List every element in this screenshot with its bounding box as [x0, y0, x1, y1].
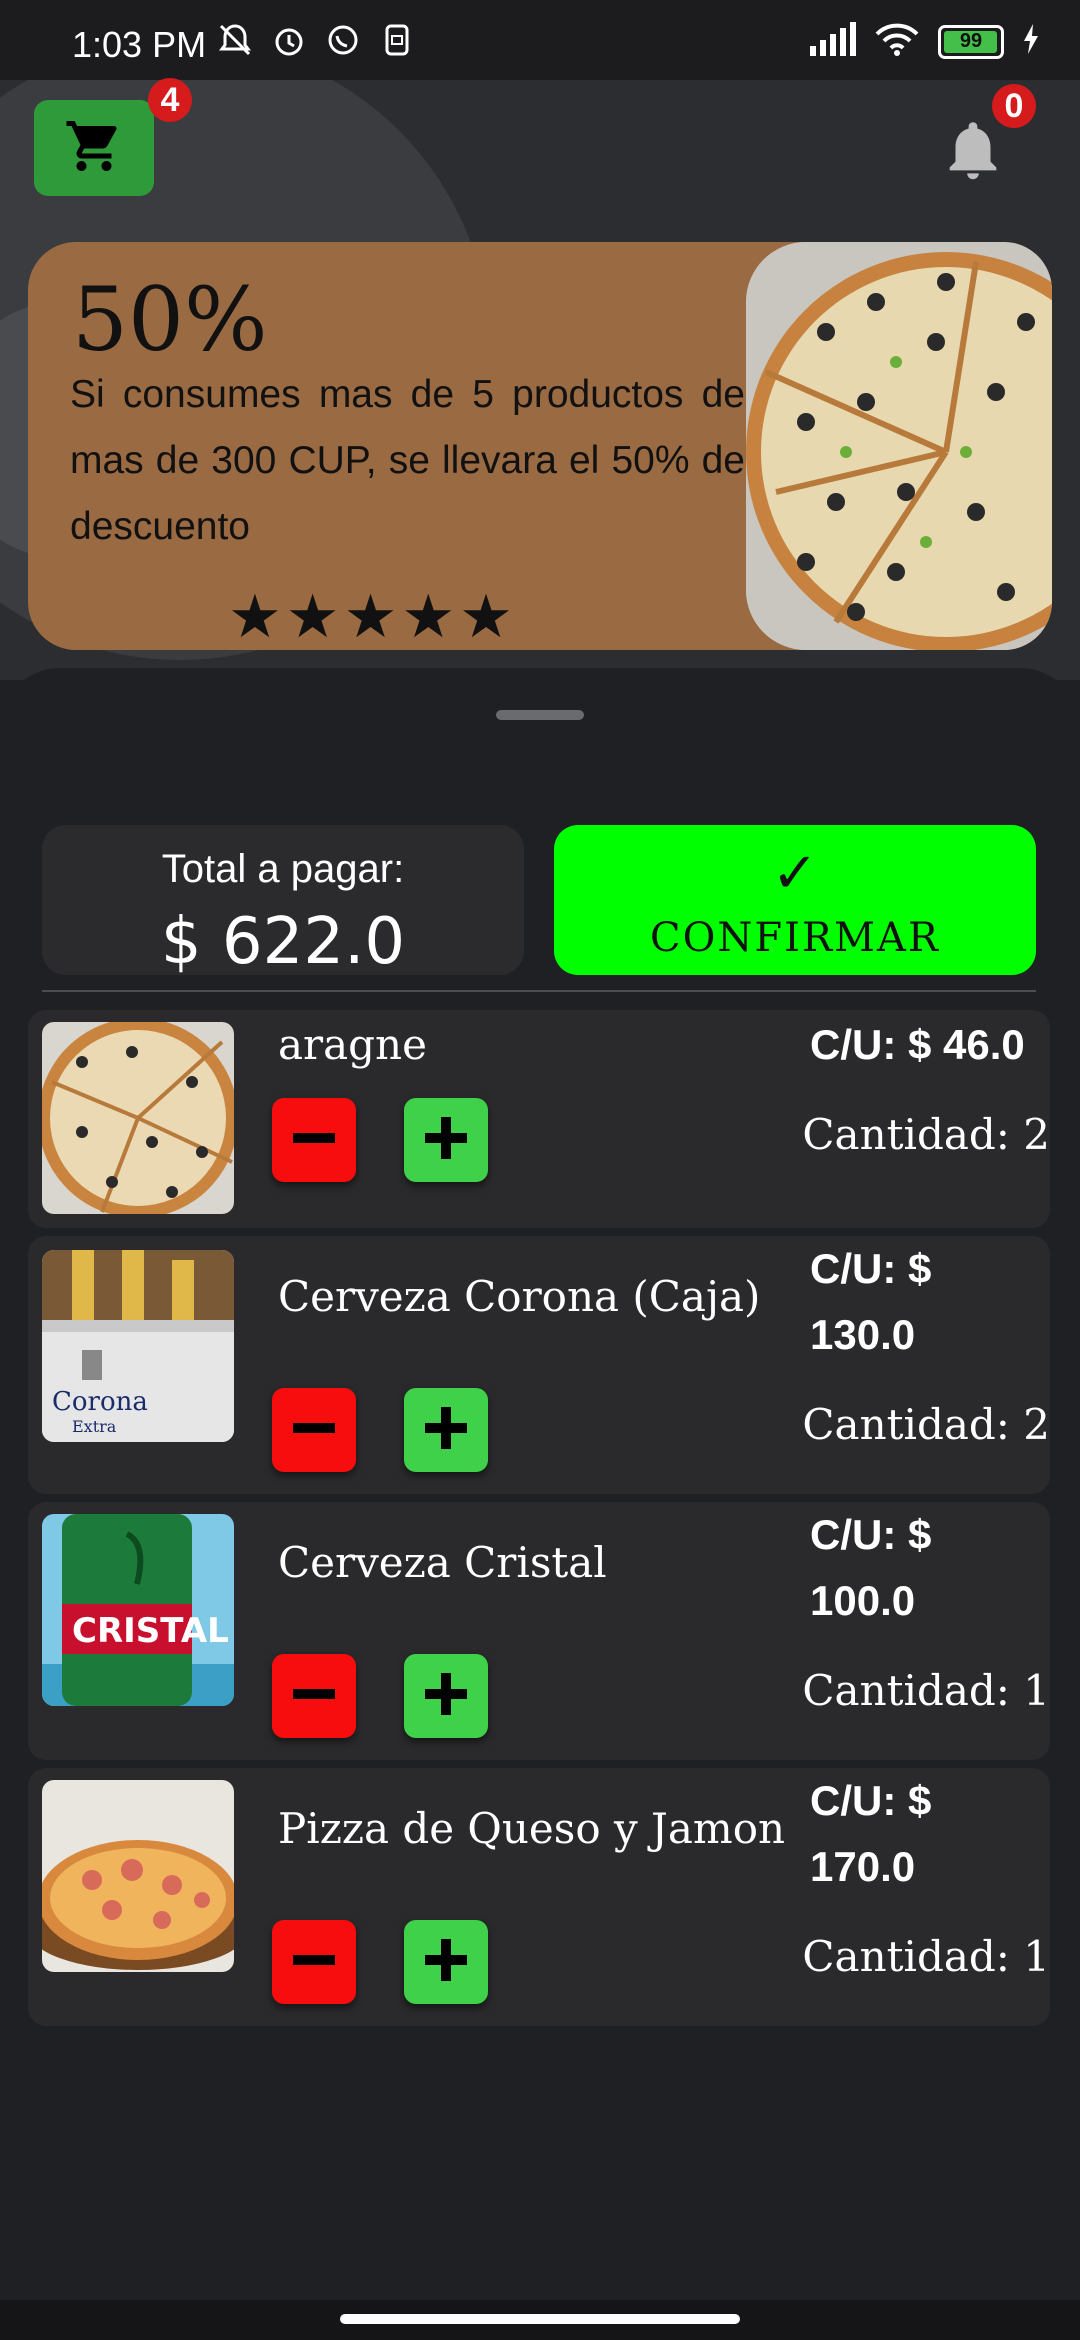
increase-quantity-button[interactable] — [404, 1098, 488, 1182]
plus-icon — [421, 1935, 471, 1990]
product-image-cristal-can: CRISTAL — [42, 1514, 234, 1706]
product-name: Cerveza Cristal — [278, 1538, 607, 1587]
product-card[interactable]: CRISTAL Cerveza Cristal C/U: $ 100.0 Can… — [28, 1502, 1050, 1760]
product-quantity: Cantidad: 1 — [802, 1932, 1050, 1981]
product-unit-price: C/U: $ 130.0 — [810, 1245, 932, 1358]
whatsapp-icon — [323, 20, 363, 65]
product-card[interactable]: aragne C/U: $ 46.0 Cantidad: 2 — [28, 1010, 1050, 1228]
status-time: 1:03 PM — [72, 24, 207, 65]
total-label: Total a pagar: — [161, 847, 405, 891]
minus-icon — [289, 1935, 339, 1990]
promo-rating-stars: ★★★★★ — [228, 583, 517, 650]
increase-quantity-button[interactable] — [404, 1388, 488, 1472]
total-value: $ 622.0 — [160, 905, 406, 979]
product-name: Pizza de Queso y Jamon — [278, 1804, 786, 1853]
confirm-button[interactable]: ✓ CONFIRMAR — [554, 825, 1036, 975]
minus-icon — [289, 1403, 339, 1458]
alarm-icon — [269, 20, 309, 65]
product-image-corona-box: Corona Extra — [42, 1250, 234, 1442]
product-quantity: Cantidad: 1 — [802, 1666, 1050, 1715]
product-name: aragne — [278, 1020, 427, 1069]
plus-icon — [421, 1669, 471, 1724]
check-icon: ✓ — [771, 841, 819, 904]
promo-pizza-image — [746, 242, 1052, 650]
product-quantity: Cantidad: 2 — [802, 1110, 1050, 1159]
cart-count-badge: 4 — [148, 78, 192, 122]
product-unit-price: C/U: $ 46.0 — [810, 1021, 1025, 1068]
cart-bottom-sheet: Total a pagar: $ 622.0 ✓ CONFIRMAR aragn… — [0, 668, 1080, 2340]
minus-icon — [289, 1669, 339, 1724]
notifications-off-icon — [215, 20, 255, 65]
notification-count-badge: 0 — [992, 84, 1036, 128]
total-box: Total a pagar: $ 622.0 — [42, 825, 524, 979]
decrease-quantity-button[interactable] — [272, 1654, 356, 1738]
increase-quantity-button[interactable] — [404, 1920, 488, 2004]
wifi-icon — [874, 22, 920, 61]
promo-title: 50% — [72, 268, 268, 371]
product-image-pizza — [42, 1022, 234, 1214]
status-right-icons: 99 — [808, 22, 1040, 61]
promo-banner[interactable]: 50% Si consumes mas de 5 productos de ma… — [28, 242, 1052, 650]
battery-level-text: 99 — [959, 30, 983, 52]
product-card[interactable]: Pizza de Queso y Jamon C/U: $ 170.0 Cant… — [28, 1768, 1050, 2026]
svg-text:CRISTAL: CRISTAL — [72, 1611, 229, 1651]
product-unit-price: C/U: $ 170.0 — [810, 1777, 932, 1890]
minus-icon — [289, 1113, 339, 1168]
bell-icon — [938, 122, 1008, 194]
increase-quantity-button[interactable] — [404, 1654, 488, 1738]
plus-icon — [421, 1403, 471, 1458]
status-left-icons — [215, 20, 417, 65]
cart-button[interactable] — [34, 100, 154, 196]
battery-icon: 99 — [938, 24, 1004, 59]
home-indicator[interactable] — [340, 2314, 740, 2324]
charging-icon — [1022, 24, 1040, 59]
product-image-ham-cheese-pizza — [42, 1780, 234, 1972]
status-bar: 1:03 PM 99 — [0, 0, 1080, 80]
signal-icon — [808, 22, 856, 61]
plus-icon — [421, 1113, 471, 1168]
svg-text:Extra: Extra — [72, 1417, 117, 1436]
promo-text: Si consumes mas de 5 productos de mas de… — [70, 373, 745, 548]
confirm-label: CONFIRMAR — [649, 915, 941, 961]
product-name: Cerveza Corona (Caja) — [278, 1272, 761, 1321]
decrease-quantity-button[interactable] — [272, 1388, 356, 1472]
product-quantity: Cantidad: 2 — [802, 1400, 1050, 1449]
product-card[interactable]: Corona Extra Cerveza Corona (Caja) C/U: … — [28, 1236, 1050, 1494]
decrease-quantity-button[interactable] — [272, 1098, 356, 1182]
sim-icon — [377, 20, 417, 65]
decrease-quantity-button[interactable] — [272, 1920, 356, 2004]
divider — [42, 990, 1036, 992]
product-unit-price: C/U: $ 100.0 — [810, 1511, 932, 1624]
notifications-button[interactable] — [938, 110, 1008, 195]
shopping-cart-icon — [64, 116, 124, 181]
svg-text:Corona: Corona — [52, 1387, 148, 1417]
sheet-drag-handle[interactable] — [496, 710, 584, 720]
